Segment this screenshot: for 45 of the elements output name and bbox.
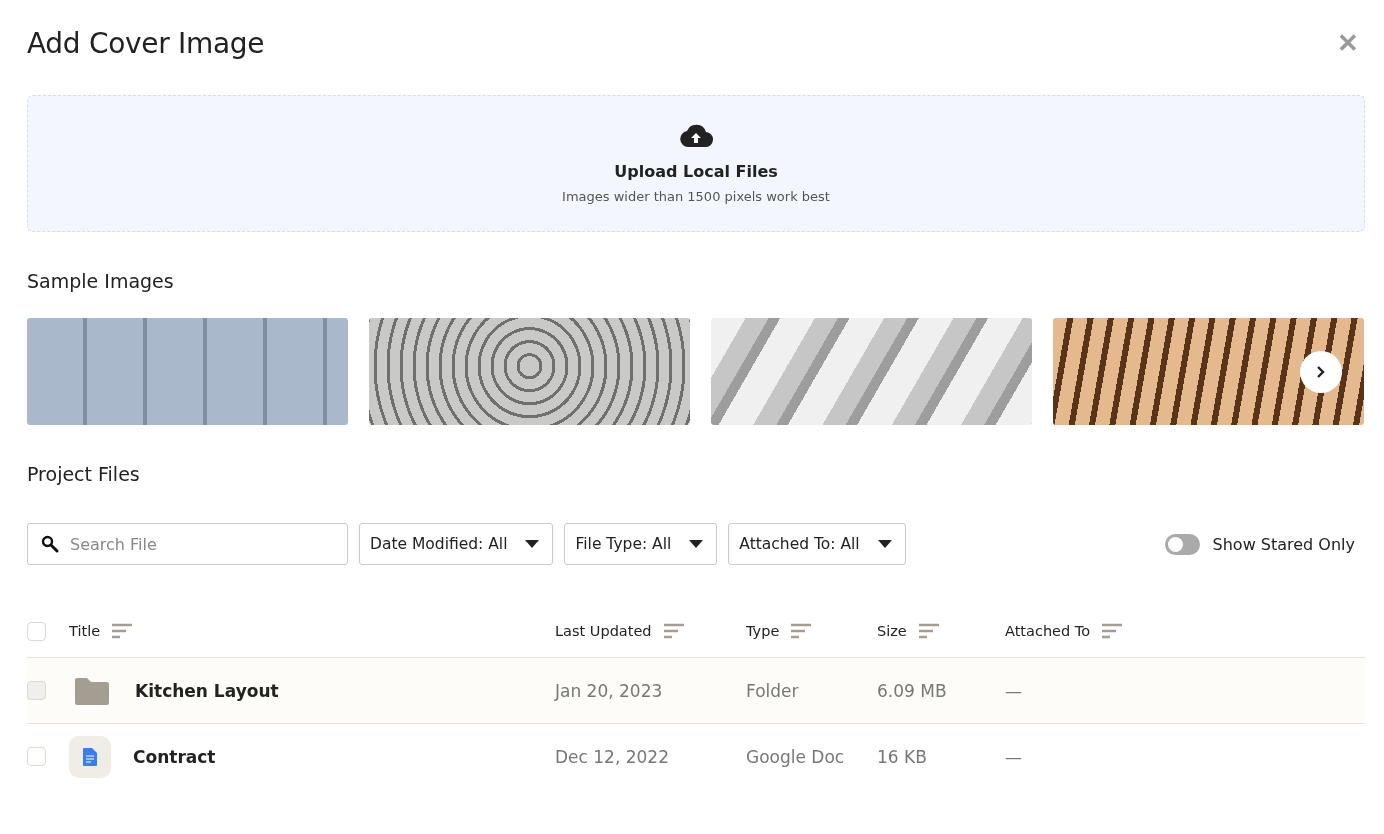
checkbox[interactable] [27, 747, 46, 766]
section-heading: Sample Images [27, 270, 175, 294]
section-heading: Project Files [27, 463, 141, 487]
table-cell-text: Folder [746, 680, 800, 701]
sort-icon[interactable] [112, 623, 133, 639]
sort-icon[interactable] [918, 623, 939, 639]
column-header[interactable]: Title [69, 623, 101, 639]
caret-icon [525, 540, 540, 548]
toggle-label: Show Stared Only [1212, 534, 1355, 554]
sort-icon[interactable] [1102, 623, 1123, 639]
file-title[interactable]: Kitchen Layout [135, 680, 279, 701]
document-icon [69, 735, 111, 778]
photo-placeholder[interactable] [1053, 318, 1364, 425]
folder-icon [75, 676, 109, 705]
table-cell-text: — [1005, 680, 1023, 701]
toggle-switch[interactable] [1164, 533, 1200, 555]
table-cell-text: Dec 12, 2022 [555, 746, 670, 767]
table-cell-text: Jan 20, 2023 [555, 680, 664, 701]
search-field[interactable]: Search File [27, 523, 348, 565]
sort-icon[interactable] [791, 623, 812, 639]
column-header[interactable]: Attached To [1005, 623, 1091, 639]
file-title[interactable]: Contract [133, 746, 216, 767]
filter-dropdown[interactable]: Date Modified: All [359, 523, 554, 565]
upload-dropzone[interactable]: Upload Local Files Images wider than 1500 pixels work best [27, 95, 1365, 232]
filter-dropdown[interactable]: File Type: All [564, 523, 718, 565]
column-header[interactable]: Size [877, 623, 907, 639]
caret-icon [689, 540, 704, 548]
table-cell-text: 16 KB [877, 746, 928, 767]
checkbox[interactable] [27, 621, 46, 641]
dialog-title: Add Cover Image [27, 26, 265, 60]
column-header[interactable]: Type [746, 623, 780, 639]
filter-dropdown[interactable]: Attached To: All [728, 523, 906, 565]
column-header[interactable]: Last Updated [555, 623, 652, 639]
chevron-right-icon [1316, 365, 1326, 379]
table-cell-text: Google Doc [746, 746, 846, 767]
table-row[interactable]: Kitchen Layout Jan 20, 2023 Folder 6.09 MB — [27, 658, 1365, 724]
checkbox[interactable] [27, 681, 46, 700]
table-cell-text: 6.09 MB [877, 680, 948, 701]
upload-title: Upload Local Files [614, 161, 778, 181]
cloud-upload-icon [679, 123, 713, 148]
sort-icon[interactable] [663, 623, 684, 639]
table-row[interactable]: Contract Dec 12, 2022 Google Doc 16 KB — [27, 724, 1365, 789]
table-cell-text: — [1005, 746, 1023, 767]
caret-icon [877, 540, 892, 548]
upload-hint: Images wider than 1500 pixels work best [562, 188, 830, 204]
